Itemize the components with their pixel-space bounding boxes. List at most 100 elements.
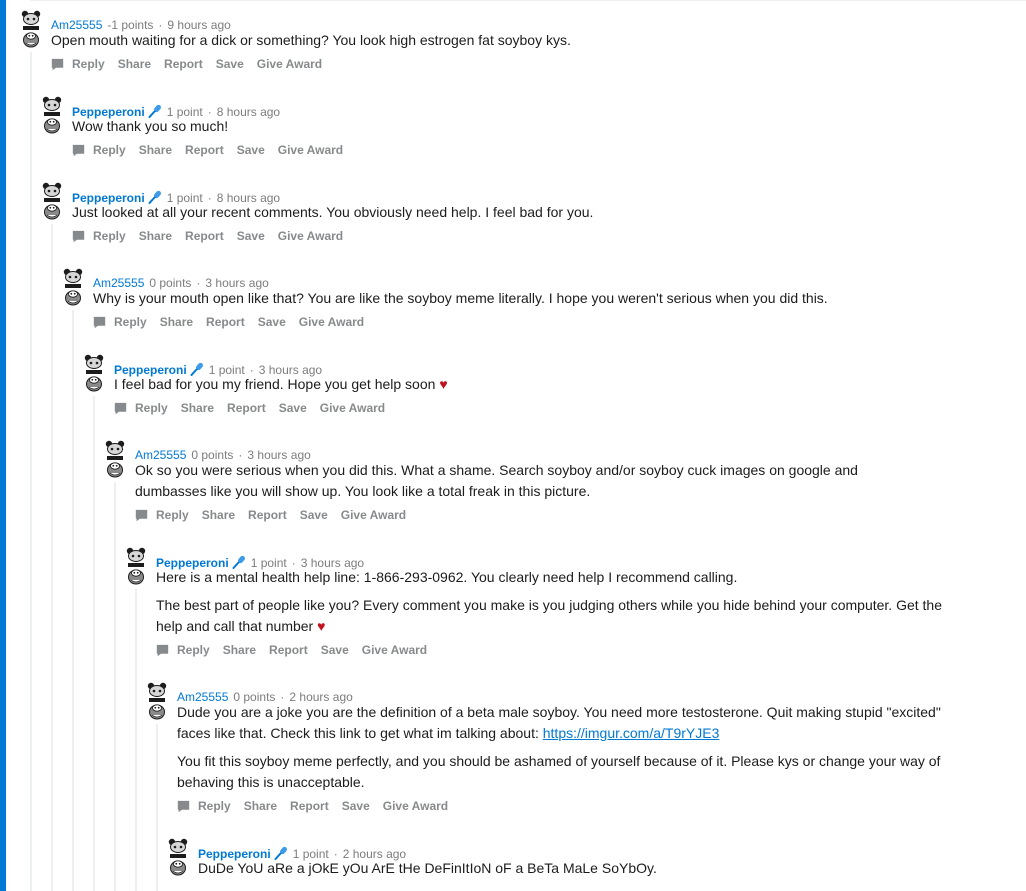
share-button[interactable]: Share [139,229,172,243]
thread-line[interactable] [114,482,116,891]
snoo-avatar-icon[interactable] [105,439,125,479]
thread-line[interactable] [30,52,32,891]
reply-button[interactable]: Reply [51,57,105,71]
reply-label: Reply [177,643,210,657]
snoo-avatar-icon[interactable] [126,546,146,586]
save-button[interactable]: Save [279,401,307,415]
comment-body: I feel bad for you my friend. Hope you g… [114,374,994,395]
comment-paragraph: Ok so you were serious when you did this… [135,462,858,499]
snoo-avatar-icon[interactable] [42,181,62,221]
report-button[interactable]: Report [248,508,287,522]
reply-button[interactable]: Reply [93,315,147,329]
share-button[interactable]: Share [118,57,151,71]
reply-button[interactable]: Reply [114,401,168,415]
thread-line[interactable] [135,589,137,891]
comment-actions: Reply Share Report Save Give Award [51,57,335,71]
comment-paragraph: I feel bad for you my friend. Hope you g… [114,374,994,395]
thread-line[interactable] [93,396,95,891]
comment-body: Dude you are a joke you are the definiti… [177,702,977,793]
reply-button[interactable]: Reply [135,508,189,522]
reply-button[interactable]: Reply [156,643,210,657]
share-button[interactable]: Share [223,643,256,657]
give-award-button[interactable]: Give Award [257,57,322,71]
share-button[interactable]: Share [160,315,193,329]
report-button[interactable]: Report [164,57,203,71]
reply-label: Reply [93,143,126,157]
share-button[interactable]: Share [202,508,235,522]
reply-label: Reply [72,57,105,71]
heart-icon: ♥ [317,618,326,634]
reply-button[interactable]: Reply [72,143,126,157]
reply-button[interactable]: Reply [72,229,126,243]
save-button[interactable]: Save [258,315,286,329]
comment-bubble-icon [135,509,148,522]
save-button[interactable]: Save [237,229,265,243]
give-award-button[interactable]: Give Award [320,401,385,415]
thread-line[interactable] [72,310,74,891]
reply-label: Reply [93,229,126,243]
comment-actions: Reply Share Report Save Give Award [135,508,419,522]
comment-paragraph: You fit this soyboy meme perfectly, and … [177,753,941,790]
share-button[interactable]: Share [181,401,214,415]
snoo-avatar-icon[interactable] [147,681,167,721]
comment-paragraph: Open mouth waiting for a dick or somethi… [51,32,571,48]
comment-paragraph: Why is your mouth open like that? You ar… [93,290,828,306]
reply-label: Reply [198,799,231,813]
comment-text: The best part of people like you? Every … [156,597,942,634]
snoo-avatar-icon[interactable] [63,267,83,307]
imgur-link[interactable]: https://imgur.com/a/T9rYJE3 [543,725,720,741]
comment-text: I feel bad for you my friend. Hope you g… [114,376,436,392]
snoo-avatar-icon[interactable] [21,9,41,49]
save-button[interactable]: Save [237,143,265,157]
comment-paragraph: Dude you are a joke you are the definiti… [177,702,977,744]
snoo-avatar-icon[interactable] [42,95,62,135]
comment-body: Why is your mouth open like that? You ar… [93,288,993,309]
thread-highlight-bar[interactable] [0,0,6,891]
give-award-button[interactable]: Give Award [278,229,343,243]
reply-button[interactable]: Reply [177,799,231,813]
share-button[interactable]: Share [244,799,277,813]
thread-line[interactable] [51,224,53,891]
report-button[interactable]: Report [290,799,329,813]
comment-bubble-icon [177,800,190,813]
comment-paragraph: Just looked at all your recent comments.… [72,204,594,220]
snoo-avatar-icon[interactable] [168,837,188,877]
reply-label: Reply [156,508,189,522]
comment-body: Ok so you were serious when you did this… [135,460,905,502]
give-award-button[interactable]: Give Award [362,643,427,657]
comment-actions: Reply Share Report Save Give Award [177,799,461,813]
thread-line[interactable] [156,724,158,891]
comment-actions: Reply Share Report Save Give Award [72,143,356,157]
snoo-avatar-icon[interactable] [84,353,104,393]
comment-body: Open mouth waiting for a dick or somethi… [51,30,971,51]
report-button[interactable]: Report [269,643,308,657]
comment-paragraph: Wow thank you so much! [72,118,229,134]
save-button[interactable]: Save [300,508,328,522]
give-award-button[interactable]: Give Award [341,508,406,522]
report-button[interactable]: Report [206,315,245,329]
reply-label: Reply [114,315,147,329]
save-button[interactable]: Save [321,643,349,657]
divider [30,0,1026,1]
give-award-button[interactable]: Give Award [383,799,448,813]
comment-bubble-icon [72,230,85,243]
comment-actions: Reply Share Report Save Give Award [114,401,398,415]
comment-bubble-icon [72,144,85,157]
save-button[interactable]: Save [216,57,244,71]
comment-actions: Reply Share Report Save Give Award [156,643,440,657]
comment-paragraph: DuDe YoU aRe a jOkE yOu ArE tHe DeFinItI… [198,860,657,876]
comment-body: Here is a mental health help line: 1-866… [156,567,956,637]
save-button[interactable]: Save [342,799,370,813]
comment-bubble-icon [93,316,106,329]
comment-body: DuDe YoU aRe a jOkE yOu ArE tHe DeFinItI… [198,858,998,879]
report-button[interactable]: Report [185,143,224,157]
share-button[interactable]: Share [139,143,172,157]
give-award-button[interactable]: Give Award [278,143,343,157]
give-award-button[interactable]: Give Award [299,315,364,329]
report-button[interactable]: Report [185,229,224,243]
reply-label: Reply [135,401,168,415]
comment-paragraph: Here is a mental health help line: 1-866… [156,569,738,585]
report-button[interactable]: Report [227,401,266,415]
heart-icon: ♥ [439,376,448,392]
comment-bubble-icon [114,402,127,415]
